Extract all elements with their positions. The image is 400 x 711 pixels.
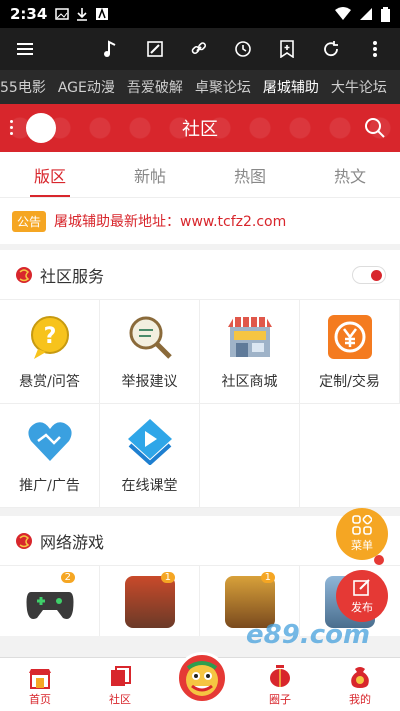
more-vert-icon[interactable] <box>360 34 390 64</box>
history-icon[interactable] <box>228 34 258 64</box>
fab-label: 菜单 <box>351 539 373 552</box>
unread-count-badge: 1 <box>160 572 175 583</box>
game-item[interactable]: 1 <box>100 566 200 636</box>
menu-fab-button[interactable]: 菜单 <box>336 508 388 560</box>
tab-boards[interactable]: 版区 <box>0 152 100 197</box>
watermark-logo: e89.com <box>246 620 371 650</box>
bookmark-item[interactable]: AGE动漫 <box>52 77 121 97</box>
game-thumbnail <box>124 576 175 628</box>
service-label: 悬赏/问答 <box>19 373 80 390</box>
search-icon[interactable] <box>364 117 386 143</box>
announcement-text[interactable]: 屠城辅助最新地址：www.tcfz2.com <box>54 211 286 231</box>
bookmark-item[interactable]: 55电影 <box>0 77 52 97</box>
lantern-icon <box>16 266 32 283</box>
community-header: 社区 <box>0 104 400 152</box>
section-title: 社区服务 <box>40 266 105 286</box>
service-label: 举报建议 <box>121 373 178 390</box>
service-label: 在线课堂 <box>121 477 178 494</box>
bookmark-bar: 55电影 AGE动漫 吾爱破解 卓聚论坛 屠城辅助 大牛论坛 <box>0 70 400 104</box>
announcement-bar[interactable]: 公告 屠城辅助最新地址：www.tcfz2.com <box>0 198 400 250</box>
community-services-header: 社区服务 <box>0 250 400 300</box>
yen-icon <box>326 313 374 361</box>
system-icons <box>335 6 390 22</box>
lion-dance-center-button[interactable] <box>176 652 228 704</box>
nav-circle[interactable]: 圈子 <box>240 658 320 711</box>
play-classroom-icon <box>126 417 174 465</box>
avatar[interactable] <box>26 113 56 143</box>
section-title: 网络游戏 <box>40 532 105 552</box>
empty-cell <box>200 404 300 508</box>
unread-count-badge: 1 <box>260 572 275 583</box>
status-bar: 2:34 <box>0 0 400 28</box>
service-item-report[interactable]: 举报建议 <box>100 300 200 404</box>
section-tabs: 版区 新帖 热图 热文 <box>0 152 400 198</box>
nav-label: 圈子 <box>269 693 291 706</box>
magnifier-report-icon <box>126 313 174 361</box>
unread-count-badge: 2 <box>60 572 75 583</box>
divider <box>0 508 400 516</box>
edit-icon[interactable] <box>140 34 170 64</box>
service-item-qa[interactable]: ? 悬赏/问答 <box>0 300 100 404</box>
nav-label: 我的 <box>349 693 371 706</box>
bookmark-item-active[interactable]: 屠城辅助 <box>257 77 325 97</box>
notification-icons <box>55 7 109 21</box>
service-label: 社区商城 <box>221 373 278 390</box>
battery-icon <box>381 6 390 22</box>
service-label: 定制/交易 <box>319 373 380 390</box>
wifi-icon <box>335 7 351 20</box>
page-title: 社区 <box>182 119 218 140</box>
service-item-shop[interactable]: 社区商城 <box>200 300 300 404</box>
nav-label: 社区 <box>109 693 131 706</box>
app-icon <box>96 7 109 20</box>
link-icon[interactable] <box>184 34 214 64</box>
fab-label: 发布 <box>351 601 373 614</box>
community-services-grid: ? 悬赏/问答 举报建议 社区商城 定制/交易 推广/广告 在线课堂 <box>0 300 400 508</box>
nav-community[interactable]: 社区 <box>80 658 160 711</box>
bookmark-add-icon[interactable] <box>272 34 302 64</box>
nav-label: 首页 <box>29 693 51 706</box>
bookmark-item[interactable]: 吾爱破解 <box>121 77 189 97</box>
compose-icon <box>353 579 370 596</box>
music-icon[interactable] <box>96 34 126 64</box>
tab-new-posts[interactable]: 新帖 <box>100 152 200 197</box>
announcement-badge: 公告 <box>12 210 47 232</box>
hamburger-menu-icon[interactable] <box>10 34 40 64</box>
download-icon <box>77 8 88 21</box>
bookmark-item[interactable]: 大牛论坛 <box>325 77 393 97</box>
service-item-promo[interactable]: 推广/广告 <box>0 404 100 508</box>
svg-text:?: ? <box>43 324 56 349</box>
grid-menu-icon <box>352 515 372 535</box>
question-bubble-icon: ? <box>26 313 74 361</box>
image-icon <box>55 8 70 20</box>
tab-hot-articles[interactable]: 热文 <box>300 152 400 197</box>
nav-home[interactable]: 首页 <box>0 658 80 711</box>
lion-head-icon <box>186 661 218 696</box>
lantern-icon <box>16 532 32 549</box>
lucky-bag-icon <box>351 667 369 688</box>
home-gate-icon <box>29 669 51 689</box>
status-time: 2:34 <box>10 5 48 23</box>
tab-hot-images[interactable]: 热图 <box>200 152 300 197</box>
bookmark-item[interactable]: 卓聚论坛 <box>189 77 257 97</box>
shop-icon <box>226 313 274 361</box>
signal-icon <box>360 8 372 20</box>
handshake-heart-icon <box>26 417 74 465</box>
service-item-classroom[interactable]: 在线课堂 <box>100 404 200 508</box>
empty-cell <box>300 404 400 508</box>
lantern-circle-icon <box>270 665 290 687</box>
browser-toolbar <box>0 28 400 70</box>
service-label: 推广/广告 <box>19 477 80 494</box>
side-menu-icon[interactable] <box>10 120 13 135</box>
collapse-toggle[interactable] <box>352 265 386 284</box>
game-item[interactable]: 2 <box>0 566 100 636</box>
nav-profile[interactable]: 我的 <box>320 658 400 711</box>
gamepad-icon <box>26 592 73 619</box>
community-board-icon <box>111 666 131 686</box>
fab-indicator-dot <box>374 555 384 565</box>
service-item-trade[interactable]: 定制/交易 <box>300 300 400 404</box>
refresh-icon[interactable] <box>316 34 346 64</box>
post-fab-button[interactable]: 发布 <box>336 570 388 622</box>
